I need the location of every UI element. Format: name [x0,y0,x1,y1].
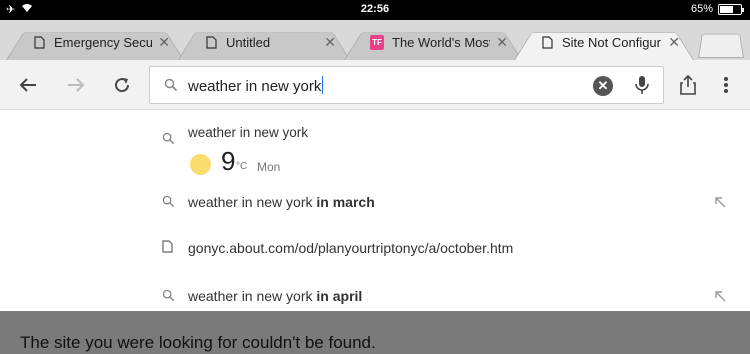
tab-title: Site Not Configur [562,35,661,50]
status-time: 22:56 [360,3,390,15]
tf-favicon-icon: TF [370,35,384,50]
tab-strip: Emergency Secur ✕ Untitled ✕ TF The Worl… [0,20,750,60]
weather-unit: °C [236,161,248,172]
tab-title: Emergency Secur [54,35,153,50]
suggestion-row[interactable]: weather in new york in march [0,183,750,219]
forward-arrow-icon [68,78,85,92]
back-arrow-icon [19,78,36,92]
tab-worlds-most[interactable]: TF The World's Most ✕ [344,25,522,60]
tab-title: Untitled [226,35,271,50]
tab-site-not-configured[interactable]: Site Not Configur ✕ [514,25,694,60]
more-vert-icon [724,77,728,93]
suggestion-text: weather in new york in april [188,288,362,304]
page-icon [204,36,218,50]
error-message: The site you were looking for couldn't b… [20,333,376,352]
battery-level [720,5,733,13]
search-icon [162,132,175,150]
omnibox-input[interactable]: weather in new york [188,76,568,95]
close-icon[interactable]: ✕ [668,34,680,51]
sun-icon [190,154,211,175]
weather-temperature: 9 [221,146,236,176]
search-icon [162,195,175,213]
tab-title: The World's Most [392,35,491,50]
battery-icon [718,3,744,15]
battery-percent: 65% [690,3,713,15]
reload-button[interactable] [110,73,134,97]
page-icon [162,240,173,258]
status-right: 65% [690,3,744,15]
suggestion-bold: in april [316,288,363,304]
share-icon [680,75,696,95]
tf-badge: TF [370,35,384,50]
weather-suggestion[interactable]: weather in new york 9 °C Mon [0,111,750,181]
suggestion-bold: in march [316,194,375,210]
search-icon [162,289,175,307]
reload-icon [115,78,130,93]
refine-arrow-icon[interactable] [714,290,726,305]
page-content: The site you were looking for couldn't b… [0,311,750,354]
suggestion-row[interactable]: weather in new york in april [0,277,750,313]
close-icon[interactable]: ✕ [324,34,336,51]
toolbar: weather in new york ✕ [0,60,750,110]
forward-button[interactable] [64,73,88,97]
tab-emergency[interactable]: Emergency Secur ✕ [6,25,184,60]
omnibox[interactable]: weather in new york ✕ [149,66,664,104]
search-icon [164,78,178,97]
new-tab-button[interactable] [698,28,744,58]
suggestion-prefix: weather in new york [188,194,317,210]
share-button[interactable] [676,73,700,97]
close-icon[interactable]: ✕ [158,34,170,51]
omnibox-suggestions: weather in new york 9 °C Mon weather in … [0,111,750,311]
page-icon [32,36,46,50]
tab-untitled[interactable]: Untitled ✕ [178,25,350,60]
suggestion-row[interactable]: gonyc.about.com/od/planyourtriptonyc/a/o… [0,229,750,265]
text-cursor [322,76,324,94]
weather-query: weather in new york [188,125,309,140]
back-button[interactable] [16,73,40,97]
clear-icon[interactable]: ✕ [593,76,613,96]
mic-icon[interactable] [635,75,649,100]
refine-arrow-icon[interactable] [714,196,726,211]
weather-day: Mon [257,160,281,174]
page-icon [540,36,554,50]
suggestion-url: gonyc.about.com/od/planyourtriptonyc/a/o… [188,240,514,256]
menu-button[interactable] [714,73,738,97]
close-icon[interactable]: ✕ [496,34,508,51]
suggestion-text: weather in new york in march [188,194,375,210]
suggestion-prefix: weather in new york [188,288,317,304]
omnibox-text: weather in new york [188,78,322,95]
status-bar: ✈ 22:56 65% [0,0,750,20]
